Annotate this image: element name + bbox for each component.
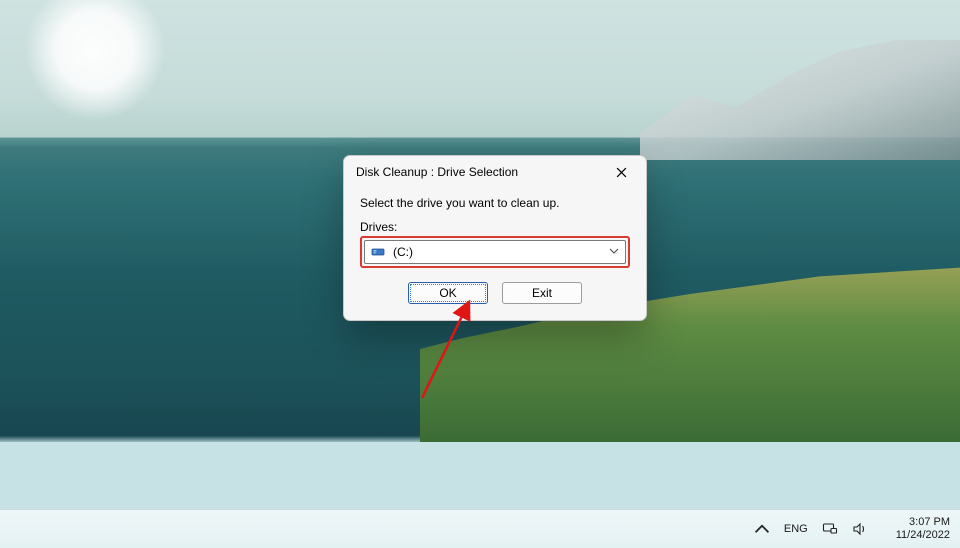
- dialog-instruction: Select the drive you want to clean up.: [360, 196, 630, 210]
- taskbar: ENG 3:07 PM 11/24/2022: [0, 509, 960, 548]
- volume-icon: [852, 521, 868, 537]
- disk-cleanup-dialog: Disk Cleanup : Drive Selection Select th…: [343, 155, 647, 321]
- language-label: ENG: [784, 523, 808, 535]
- chevron-down-icon: [609, 245, 619, 259]
- dialog-title: Disk Cleanup : Drive Selection: [356, 165, 600, 179]
- dialog-button-row: OK Exit: [360, 282, 630, 304]
- taskbar-clock[interactable]: 3:07 PM 11/24/2022: [896, 516, 950, 541]
- dialog-titlebar[interactable]: Disk Cleanup : Drive Selection: [344, 156, 646, 188]
- volume-tray-icon[interactable]: [852, 521, 868, 537]
- dialog-body: Select the drive you want to clean up. D…: [344, 188, 646, 320]
- clock-date: 11/24/2022: [896, 529, 950, 542]
- chevron-up-icon: [754, 521, 770, 537]
- drive-icon: [371, 244, 387, 260]
- close-button[interactable]: [600, 157, 642, 187]
- ui-strip: [0, 442, 960, 510]
- ok-button[interactable]: OK: [408, 282, 488, 304]
- desktop-background: Disk Cleanup : Drive Selection Select th…: [0, 0, 960, 548]
- device-icon: [822, 521, 838, 537]
- exit-button-label: Exit: [532, 286, 552, 300]
- drive-dropdown-value: (C:): [393, 245, 413, 259]
- annotation-highlight: (C:): [360, 236, 630, 268]
- landscape-mountain: [640, 40, 960, 160]
- language-indicator[interactable]: ENG: [784, 523, 808, 535]
- drive-dropdown[interactable]: (C:): [364, 240, 626, 264]
- close-icon: [613, 164, 629, 180]
- exit-button[interactable]: Exit: [502, 282, 582, 304]
- drives-label: Drives:: [360, 220, 630, 234]
- ok-button-label: OK: [439, 286, 456, 300]
- device-tray-icon[interactable]: [822, 521, 838, 537]
- tray-overflow[interactable]: [754, 521, 770, 537]
- clock-time: 3:07 PM: [909, 516, 950, 529]
